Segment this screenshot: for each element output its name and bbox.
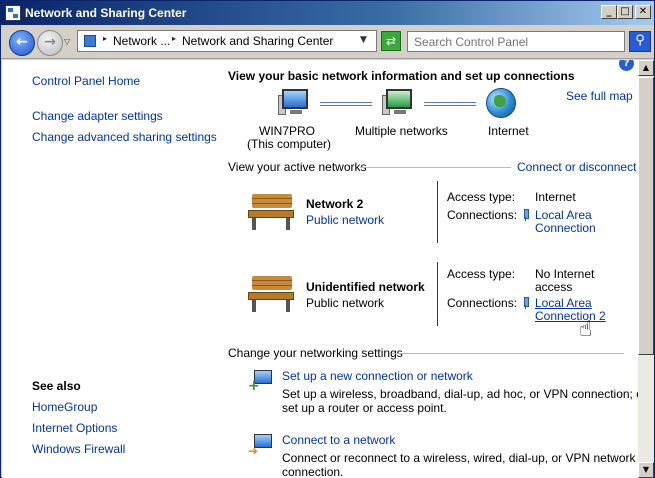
content-area: Control Panel Home Change adapter settin… <box>2 60 654 478</box>
breadcrumb-separator-icon[interactable]: ▸ <box>103 34 107 43</box>
access-type-value: No Internet <box>535 267 595 281</box>
connection-line <box>320 102 372 106</box>
connect-to-network-desc-line2: connection. <box>282 465 344 478</box>
connect-to-network-desc: Connect or reconnect to a wireless, wire… <box>282 451 636 465</box>
change-adapter-settings-link[interactable]: Change adapter settings <box>32 109 163 123</box>
access-type-value: Internet <box>535 190 576 204</box>
scroll-down-button[interactable]: ▼ <box>638 462 654 478</box>
active-networks-heading: View your active networks <box>228 160 367 174</box>
connect-to-network-link[interactable]: Connect to a network <box>282 433 395 447</box>
breadcrumb-network[interactable]: Network ... <box>113 34 170 48</box>
change-advanced-sharing-link[interactable]: Change advanced sharing settings <box>32 130 217 144</box>
recent-pages-dropdown-icon[interactable]: ▽ <box>64 37 70 46</box>
forward-button[interactable]: → <box>37 30 63 56</box>
connections-label: Connections: <box>447 208 518 222</box>
access-type-label: Access type: <box>447 267 516 281</box>
hand-cursor-icon: ☝ <box>579 317 593 342</box>
internet-globe-icon <box>486 88 516 118</box>
see-full-map-link[interactable]: See full map <box>566 89 633 103</box>
windows-firewall-link[interactable]: Windows Firewall <box>32 442 125 456</box>
network-sharing-window: Network and Sharing Center _ □ ✕ ← → ▽ ▸… <box>0 0 655 478</box>
ethernet-connection-icon <box>522 297 530 309</box>
see-also-heading: See also <box>32 379 81 393</box>
setup-new-connection-link[interactable]: Set up a new connection or network <box>282 369 473 383</box>
connection-line <box>424 102 476 106</box>
title-bar[interactable]: Network and Sharing Center _ □ ✕ <box>1 1 654 25</box>
ethernet-connection-icon <box>522 209 530 221</box>
network-category-link[interactable]: Public network <box>306 213 384 227</box>
search-input[interactable] <box>408 32 624 51</box>
this-computer-label: (This computer) <box>247 137 332 151</box>
control-panel-icon <box>84 35 96 47</box>
breadcrumb-network-sharing-center[interactable]: Network and Sharing Center <box>182 34 333 48</box>
main-heading: View your basic network information and … <box>228 69 575 83</box>
refresh-button[interactable]: ⇄ <box>381 31 401 51</box>
computer-name-label: WIN7PRO <box>259 124 316 138</box>
address-dropdown-icon[interactable]: ▼ <box>360 35 367 45</box>
window-title: Network and Sharing Center <box>25 6 187 20</box>
control-panel-home-link[interactable]: Control Panel Home <box>32 74 140 88</box>
network-name: Unidentified network <box>306 280 425 294</box>
connect-disconnect-link[interactable]: Connect or disconnect <box>517 160 636 174</box>
setup-new-connection-desc-line2: set up a router or access point. <box>282 401 447 415</box>
close-button[interactable]: ✕ <box>635 5 651 19</box>
search-box[interactable] <box>407 31 625 52</box>
vertical-scrollbar[interactable]: ▲ ▼ <box>638 60 654 478</box>
scroll-up-button[interactable]: ▲ <box>638 60 654 76</box>
multiple-networks-label: Multiple networks <box>355 124 448 138</box>
section-divider <box>360 167 511 168</box>
bench-network-icon <box>248 274 296 312</box>
breadcrumb-separator-icon[interactable]: ▸ <box>172 34 176 43</box>
setup-new-connection-desc: Set up a wireless, broadband, dial-up, a… <box>282 387 647 401</box>
navigation-bar: ← → ▽ ▸ Network ... ▸ Network and Sharin… <box>1 25 654 59</box>
maximize-button[interactable]: □ <box>617 5 633 19</box>
minimize-button[interactable]: _ <box>601 5 617 19</box>
network-category: Public network <box>306 296 385 310</box>
local-area-connection-link-line2[interactable]: Connection <box>535 221 596 235</box>
section-divider <box>392 353 624 354</box>
computer-icon <box>278 89 312 117</box>
back-button[interactable]: ← <box>9 30 35 56</box>
bench-network-icon <box>248 192 296 230</box>
local-area-connection-2-link-line2[interactable]: Connection 2 <box>535 309 606 323</box>
new-connection-icon: + <box>248 368 272 394</box>
address-bar[interactable]: ▸ Network ... ▸ Network and Sharing Cent… <box>77 30 377 52</box>
change-settings-heading: Change your networking settings <box>228 346 403 360</box>
search-button[interactable]: ⚲ <box>629 31 651 52</box>
multiple-networks-icon <box>382 89 416 117</box>
network-app-icon <box>5 5 21 21</box>
connections-label: Connections: <box>447 296 518 310</box>
help-icon[interactable]: ? <box>619 60 634 71</box>
local-area-connection-2-link[interactable]: Local Area <box>535 296 592 310</box>
vertical-divider <box>437 262 438 326</box>
local-area-connection-link[interactable]: Local Area <box>535 208 592 222</box>
vertical-divider <box>437 181 438 243</box>
access-type-value-line2: access <box>535 280 573 294</box>
network-name: Network 2 <box>306 197 364 211</box>
internet-label: Internet <box>488 124 529 138</box>
left-navigation-pane: Control Panel Home Change adapter settin… <box>2 60 217 478</box>
internet-options-link[interactable]: Internet Options <box>32 421 117 435</box>
connect-to-network-icon: ➜ <box>248 432 272 458</box>
access-type-label: Access type: <box>447 190 516 204</box>
homegroup-link[interactable]: HomeGroup <box>32 400 97 414</box>
scrollbar-thumb[interactable] <box>638 77 654 355</box>
